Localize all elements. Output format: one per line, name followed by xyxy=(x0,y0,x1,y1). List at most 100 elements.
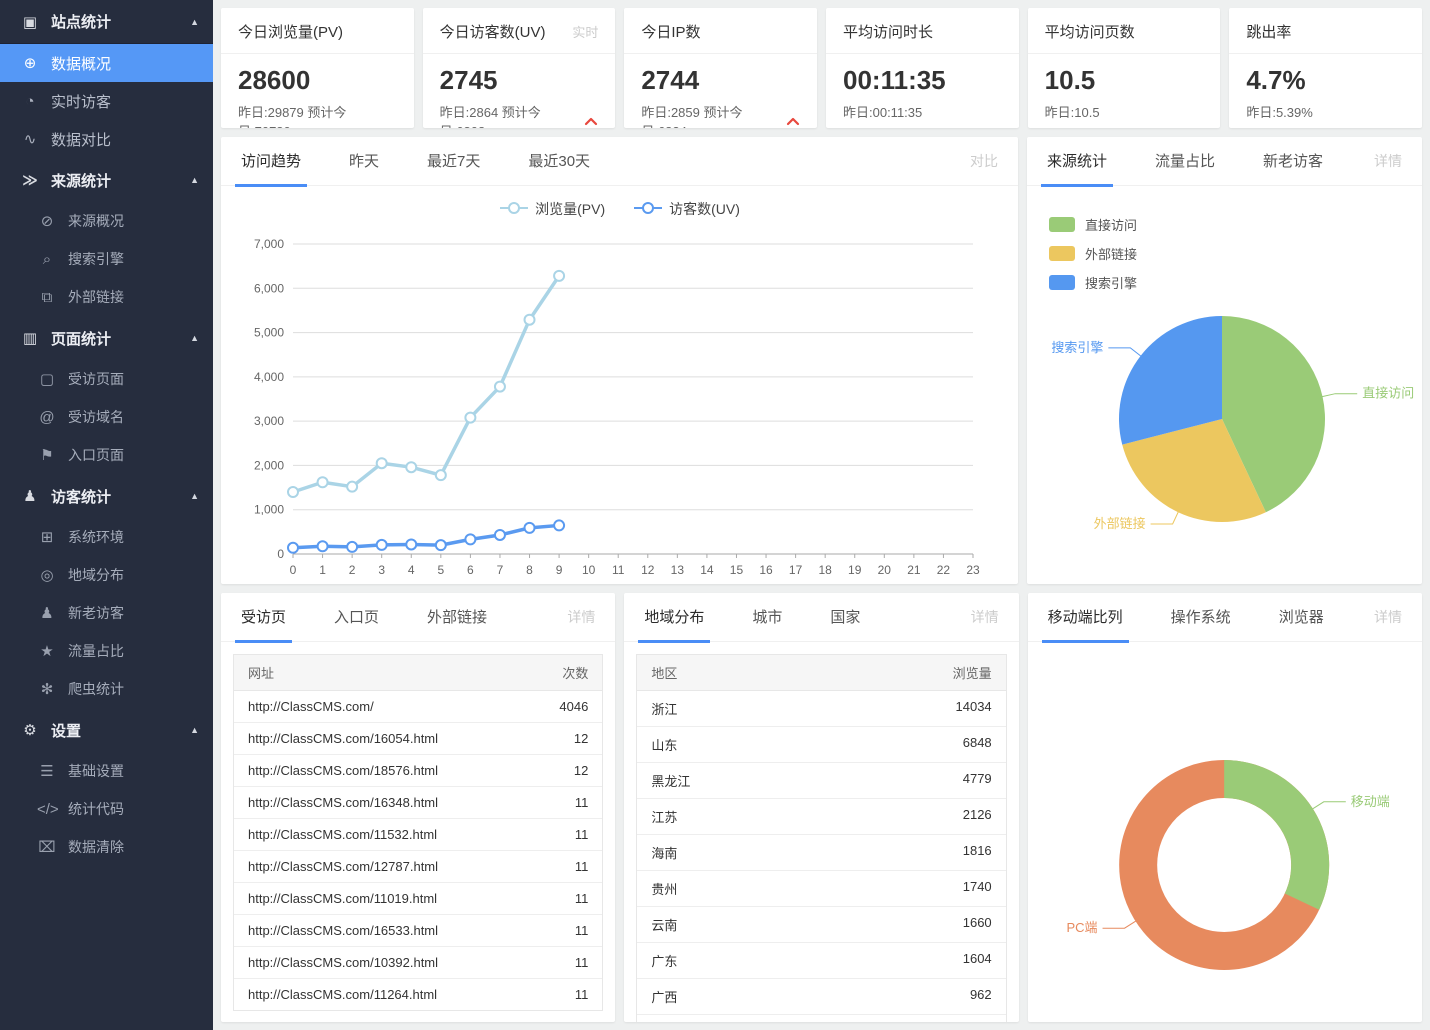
stat-card-title: 平均访问页数 xyxy=(1045,21,1135,42)
sidebar-item[interactable]: ⊘来源概况 xyxy=(0,202,213,240)
sidebar-item[interactable]: ⚙设置▲ xyxy=(0,708,213,752)
sidebar-item[interactable]: ⊞系统环境 xyxy=(0,518,213,556)
sidebar-item[interactable]: ▥页面统计▲ xyxy=(0,316,213,360)
legend-swatch xyxy=(1049,217,1075,232)
sidebar-item[interactable]: ◔实时访客 xyxy=(0,82,213,120)
legend-marker-icon xyxy=(633,201,663,218)
table-cell-value: 2126 xyxy=(963,807,992,826)
table-cell-value: 1740 xyxy=(963,879,992,898)
up-arrow-icon xyxy=(786,116,800,126)
sidebar-item[interactable]: ◎地域分布 xyxy=(0,556,213,594)
pages-tab[interactable]: 受访页 xyxy=(241,593,286,642)
svg-text:22: 22 xyxy=(937,563,951,577)
trend-tab[interactable]: 最近7天 xyxy=(427,137,480,186)
sidebar-item[interactable]: ⌧数据清除 xyxy=(0,828,213,866)
stat-card-header: 今日IP数 xyxy=(624,8,817,54)
legend-marker-icon xyxy=(499,201,529,218)
sidebar-item[interactable]: ∿数据对比 xyxy=(0,120,213,158)
sidebar-item[interactable]: @受访域名 xyxy=(0,398,213,436)
table-row: 广东1604 xyxy=(637,943,1005,979)
device-tab[interactable]: 操作系统 xyxy=(1171,593,1231,642)
sidebar-item[interactable]: ⌕搜索引擎 xyxy=(0,240,213,278)
source-legend-item[interactable]: 搜索引擎 xyxy=(1049,273,1137,292)
sidebar-item[interactable]: ▢受访页面 xyxy=(0,360,213,398)
collapse-arrow-icon[interactable]: ▲ xyxy=(190,333,199,343)
source-action-link[interactable]: 详情 xyxy=(1374,151,1402,171)
stat-card-title: 今日访客数(UV) xyxy=(440,21,546,42)
legend-item[interactable]: 访客数(UV) xyxy=(633,199,740,219)
legend-item[interactable]: 浏览量(PV) xyxy=(499,199,605,219)
sidebar-item[interactable]: ♟访客统计▲ xyxy=(0,474,213,518)
stat-card-footer-text: 昨日:00:11:35 xyxy=(843,102,922,121)
device-tab[interactable]: 浏览器 xyxy=(1279,593,1324,642)
sidebar-item-label: 数据对比 xyxy=(51,129,111,150)
sidebar-item[interactable]: ▣站点统计▲ xyxy=(0,0,213,44)
table-row: 海南1816 xyxy=(637,835,1005,871)
pages-action-link[interactable]: 详情 xyxy=(567,607,595,627)
sidebar-item[interactable]: ⧉外部链接 xyxy=(0,278,213,316)
sidebar-item[interactable]: ⊕数据概况 xyxy=(0,44,213,82)
stat-card-footer: 昨日:2864 预计今日:6808 xyxy=(423,97,616,128)
stat-card-footer-text: 昨日:5.39% xyxy=(1246,102,1312,121)
stat-card-value: 28600 xyxy=(221,54,414,97)
svg-text:7,000: 7,000 xyxy=(254,237,284,251)
svg-text:移动端: 移动端 xyxy=(1350,794,1389,809)
svg-text:0: 0 xyxy=(277,547,284,561)
pages-tab[interactable]: 外部链接 xyxy=(427,593,487,642)
legend-swatch xyxy=(1049,275,1075,290)
collapse-arrow-icon[interactable]: ▲ xyxy=(190,17,199,27)
trend-tab[interactable]: 最近30天 xyxy=(528,137,590,186)
table-header-row: 地区浏览量 xyxy=(637,655,1005,691)
pin-icon: ◎ xyxy=(37,566,57,584)
pages-tab[interactable]: 入口页 xyxy=(334,593,379,642)
table-col-header: 次数 xyxy=(562,663,588,682)
trend-action-link[interactable]: 对比 xyxy=(970,151,998,171)
user-icon: ♟ xyxy=(20,487,40,505)
sidebar-item[interactable]: ★流量占比 xyxy=(0,632,213,670)
legend-label: 搜索引擎 xyxy=(1085,273,1137,292)
source-tab[interactable]: 流量占比 xyxy=(1155,137,1215,186)
legend-label: 浏览量(PV) xyxy=(535,199,605,219)
sidebar-item[interactable]: ✻爬虫统计 xyxy=(0,670,213,708)
table-cell-key: http://ClassCMS.com/10392.html xyxy=(248,955,438,970)
bug-icon: ✻ xyxy=(37,680,57,698)
region-tab[interactable]: 国家 xyxy=(830,593,860,642)
svg-text:21: 21 xyxy=(907,563,921,577)
region-action-link[interactable]: 详情 xyxy=(971,607,999,627)
stat-card-footer: 昨日:5.39% xyxy=(1229,97,1422,126)
device-tab-bar: 移动端比列操作系统 浏览器 详情 xyxy=(1028,593,1422,642)
search-icon: ⌕ xyxy=(37,251,57,268)
table-row: http://ClassCMS.com/4046 xyxy=(234,691,602,723)
source-tab[interactable]: 新老访客 xyxy=(1263,137,1323,186)
sidebar-item[interactable]: ≫来源统计▲ xyxy=(0,158,213,202)
table-cell-key: http://ClassCMS.com/11264.html xyxy=(248,987,437,1002)
sidebar-item[interactable]: ♟新老访客 xyxy=(0,594,213,632)
source-legend-item[interactable]: 外部链接 xyxy=(1049,244,1137,263)
sidebar-item[interactable]: ⚑入口页面 xyxy=(0,436,213,474)
table-cell-key: http://ClassCMS.com/ xyxy=(248,699,374,714)
device-action-link[interactable]: 详情 xyxy=(1374,607,1402,627)
table-cell-key: 海南 xyxy=(651,843,677,862)
stat-card-value: 2745 xyxy=(423,54,616,97)
region-tab[interactable]: 地域分布 xyxy=(644,593,704,642)
table-header-row: 网址次数 xyxy=(234,655,602,691)
table-cell-value: 11 xyxy=(575,891,589,906)
device-tab[interactable]: 移动端比列 xyxy=(1048,593,1123,642)
table-cell-value: 1660 xyxy=(963,915,992,934)
collapse-arrow-icon[interactable]: ▲ xyxy=(190,175,199,185)
svg-text:1: 1 xyxy=(319,563,326,577)
collapse-arrow-icon[interactable]: ▲ xyxy=(190,491,199,501)
collapse-arrow-icon[interactable]: ▲ xyxy=(190,725,199,735)
stat-card-footer-text: 昨日:2864 预计今日:6808 xyxy=(440,102,577,128)
sidebar-item-label: 数据清除 xyxy=(68,837,124,857)
sidebar-item[interactable]: </>统计代码 xyxy=(0,790,213,828)
table-col-header: 浏览量 xyxy=(953,663,992,682)
trend-tab[interactable]: 昨天 xyxy=(349,137,379,186)
realtime-badge: 实时 xyxy=(572,22,598,41)
sidebar-item[interactable]: ☰基础设置 xyxy=(0,752,213,790)
region-tab[interactable]: 城市 xyxy=(752,593,782,642)
source-tab[interactable]: 来源统计 xyxy=(1047,137,1107,186)
source-legend-item[interactable]: 直接访问 xyxy=(1049,215,1137,234)
trend-legend: 浏览量(PV) 访客数(UV) xyxy=(221,186,1018,228)
trend-tab[interactable]: 访问趋势 xyxy=(241,137,301,186)
